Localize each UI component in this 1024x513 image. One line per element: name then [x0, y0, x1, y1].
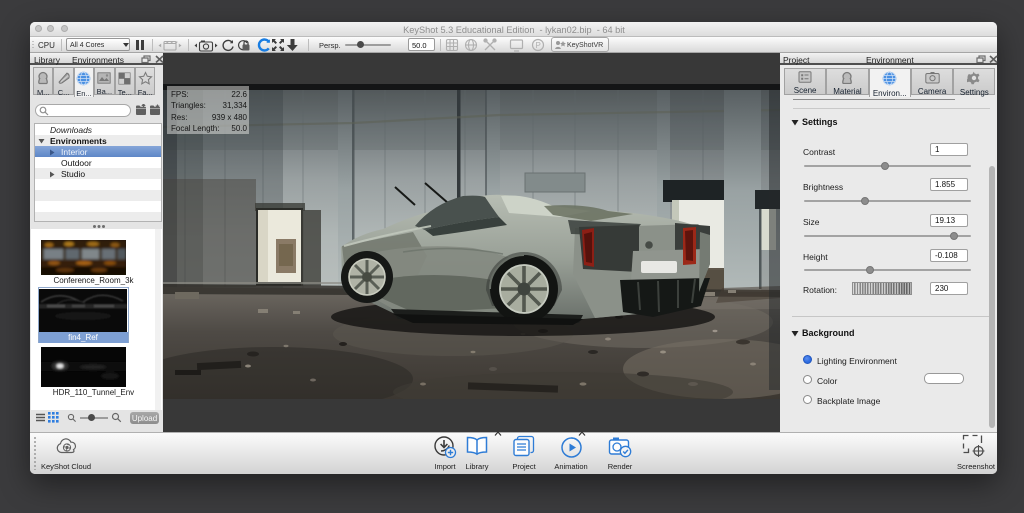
svg-text:P: P	[536, 41, 541, 50]
